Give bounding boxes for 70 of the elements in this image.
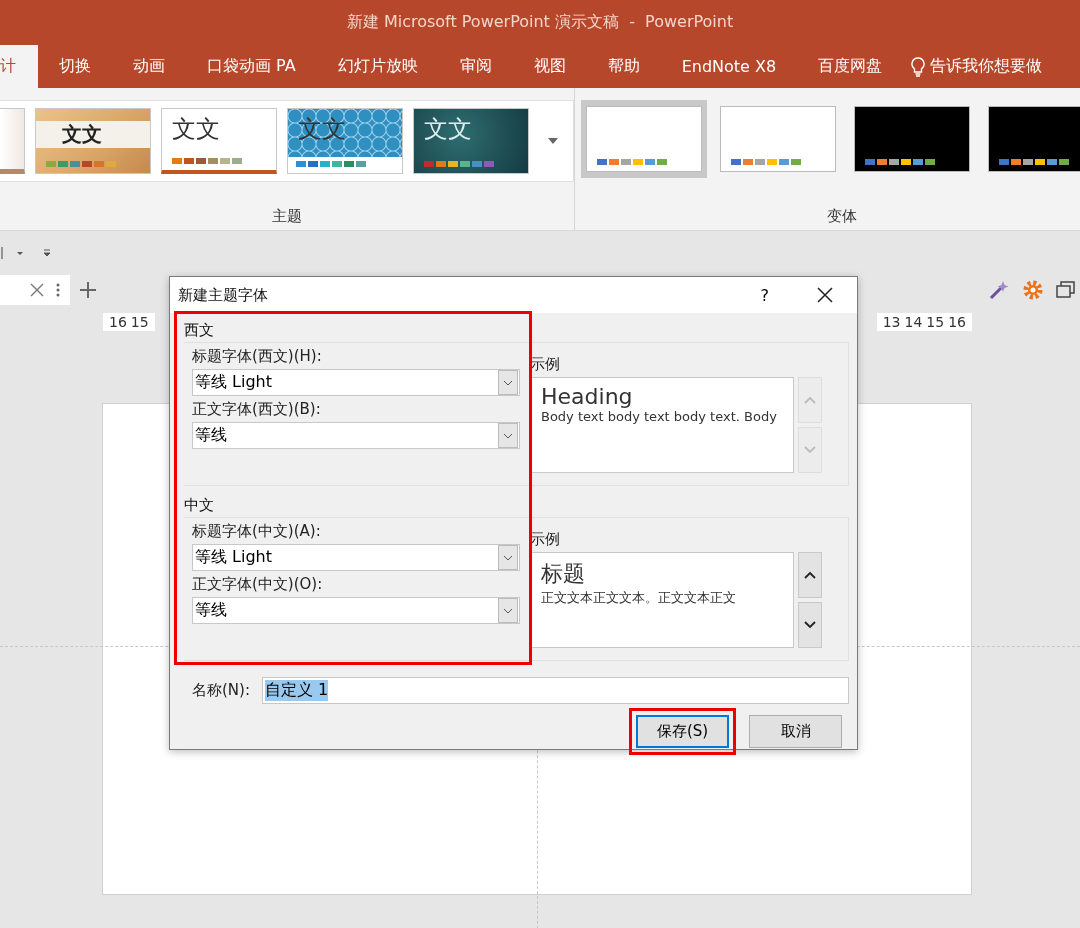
ruler-number: 16 — [109, 314, 127, 330]
chevron-down-icon — [804, 621, 816, 629]
group-label: 主题 — [272, 207, 302, 226]
tell-me-text: 告诉我你想要做 — [930, 56, 1043, 77]
theme-thumbnail[interactable] — [0, 108, 25, 174]
gear-icon[interactable] — [1022, 279, 1044, 301]
ribbon-tab[interactable]: 计 — [0, 45, 38, 88]
chevron-up-icon — [804, 396, 816, 404]
field-label: 正文字体(西文)(B): — [192, 400, 322, 419]
name-field[interactable]: 自定义 1 — [262, 677, 849, 704]
theme-thumbnail[interactable]: 文文 — [35, 108, 151, 174]
ruler-number: 16 — [948, 314, 966, 330]
theme-sample-text: 文文 — [298, 114, 346, 145]
window-title: 新建 Microsoft PowerPoint 演示文稿 - PowerPoint — [346, 12, 734, 33]
theme-thumbnail[interactable]: 文文 — [161, 108, 277, 174]
chevron-down-icon — [804, 446, 816, 454]
theme-sample-text: 文文 — [36, 121, 150, 148]
close-icon[interactable] — [817, 287, 833, 303]
ribbon-tab[interactable]: 百度网盘 — [797, 45, 904, 88]
tell-me-search[interactable]: 告诉我你想要做 — [903, 45, 1043, 88]
variant-thumbnail[interactable] — [581, 100, 707, 178]
ribbon-tab[interactable]: 口袋动画 PA — [186, 45, 317, 88]
preview-heading: Heading — [541, 384, 634, 409]
scroll-up-button[interactable] — [798, 552, 822, 598]
caret-icon — [498, 370, 518, 395]
field-label: 名称(N): — [192, 681, 250, 700]
field-label: 正文字体(中文)(O): — [192, 575, 324, 594]
ribbon-tab[interactable]: 帮助 — [586, 45, 661, 88]
ribbon-tab[interactable]: 审阅 — [438, 45, 513, 88]
preview-body: 正文文本正文文本。正文文本正文 — [541, 589, 737, 607]
theme-thumbnail[interactable]: 文文 — [287, 108, 403, 174]
dialog-button[interactable]: 取消 — [749, 715, 842, 748]
ribbon-tab[interactable]: 动画 — [112, 45, 186, 88]
ruler-number: 15 — [926, 314, 945, 330]
magic-wand-icon[interactable] — [988, 279, 1010, 301]
ribbon-tab[interactable]: 视图 — [512, 45, 587, 88]
caret-icon — [498, 423, 518, 448]
chevron-up-icon — [804, 571, 816, 579]
preview-body: Body text body text body text. Body — [541, 409, 778, 424]
group-label: 变体 — [827, 207, 857, 226]
ribbon-tab[interactable]: 切换 — [38, 45, 112, 88]
ruler-number: 15 — [130, 314, 149, 330]
ribbon-tab[interactable]: 幻灯片放映 — [316, 45, 439, 88]
font-dropdown[interactable]: 等线 — [192, 422, 520, 449]
preview-heading: 标题 — [541, 560, 586, 588]
dialog-button[interactable]: 保存(S) — [636, 715, 729, 748]
theme-sample-text: 文文 — [172, 114, 220, 145]
customize-toolbar-icon[interactable] — [42, 248, 52, 258]
caret-icon — [498, 545, 518, 570]
field-label: 标题字体(西文)(H): — [192, 347, 323, 366]
font-dropdown[interactable]: 等线 — [192, 597, 520, 624]
font-dropdown[interactable]: 等线 Light — [192, 369, 520, 396]
scroll-down-button[interactable] — [798, 602, 822, 648]
help-button[interactable]: ? — [754, 284, 775, 306]
font-dropdown[interactable]: 等线 Light — [192, 544, 520, 571]
ruler-number: 13 — [882, 314, 901, 330]
caret-icon — [498, 598, 518, 623]
restore-window-icon[interactable] — [1056, 281, 1076, 299]
ribbon-tab[interactable]: EndNote X8 — [660, 45, 798, 88]
group-title: 西文 — [184, 321, 215, 340]
lightbulb-icon — [911, 56, 926, 77]
group-title: 中文 — [184, 496, 215, 515]
more-icon[interactable] — [56, 283, 60, 297]
theme-sample-text: 文文 — [424, 114, 472, 145]
add-icon[interactable] — [79, 281, 97, 299]
ruler-number: 14 — [904, 314, 923, 330]
field-label: 标题字体(中文)(A): — [192, 522, 322, 541]
dialog-title: 新建主题字体 — [178, 285, 269, 305]
theme-thumbnail[interactable]: 文文 — [413, 108, 529, 174]
dropdown-arrow-icon[interactable] — [547, 137, 559, 145]
